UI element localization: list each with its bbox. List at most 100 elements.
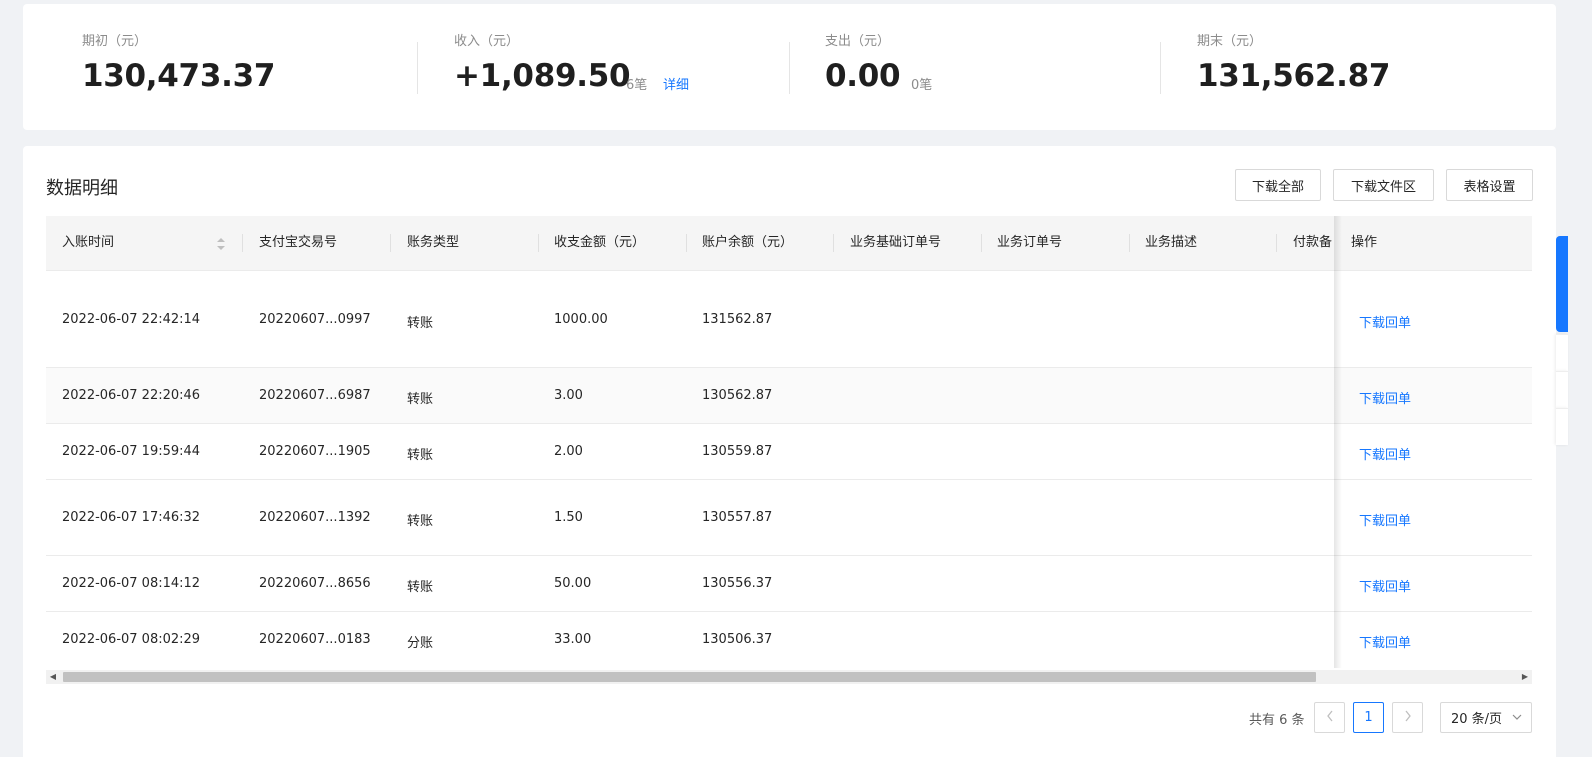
download-receipt-link[interactable]: 下载回单	[1359, 388, 1411, 407]
data-table: 入账时间 支付宝交易号 账务类型 收支金额（元） 账户余额（元） 业务基础订单号…	[46, 216, 1532, 668]
table-row: 2022-06-07 22:20:46 20220607...6987 转账 3…	[46, 368, 1532, 424]
cell-time: 2022-06-07 22:20:46	[62, 388, 201, 403]
cell-amount: 1000.00	[554, 312, 608, 327]
download-receipt-link[interactable]: 下载回单	[1359, 444, 1411, 463]
cell-trade-no: 20220607...6987	[259, 388, 371, 403]
column-header-order-no: 业务订单号	[997, 235, 1063, 250]
cell-amount: 50.00	[554, 576, 592, 591]
fixed-column-shadow	[1334, 216, 1342, 668]
download-receipt-link[interactable]: 下载回单	[1359, 576, 1411, 595]
cell-balance: 130556.37	[702, 576, 773, 591]
table-row: 2022-06-07 19:59:44 20220607...1905 转账 2…	[46, 424, 1532, 480]
stat-expense-count: 0笔	[911, 78, 933, 93]
column-header-amount: 收支金额（元）	[554, 235, 646, 250]
stat-expense-label: 支出（元）	[825, 34, 891, 49]
stat-opening-label: 期初（元）	[82, 34, 148, 49]
column-header-action: 操作	[1351, 235, 1378, 250]
download-all-button[interactable]: 下载全部	[1235, 169, 1321, 201]
cell-time: 2022-06-07 19:59:44	[62, 444, 201, 459]
column-header-base-order-no: 业务基础订单号	[850, 235, 942, 250]
cell-amount: 1.50	[554, 510, 583, 525]
divider	[789, 42, 790, 94]
stat-income-count: 6笔	[626, 78, 648, 93]
pagination-total: 共有 6 条	[1249, 713, 1305, 728]
cell-type: 转账	[407, 448, 434, 463]
cell-type: 转账	[407, 580, 434, 595]
cell-balance: 130562.87	[702, 388, 773, 403]
download-receipt-link[interactable]: 下载回单	[1359, 510, 1411, 529]
column-separator	[538, 234, 539, 252]
scroll-right-icon[interactable]: ▶	[1518, 670, 1532, 684]
cell-trade-no: 20220607...8656	[259, 576, 371, 591]
column-separator	[981, 234, 982, 252]
horizontal-scrollbar[interactable]: ◀ ▶	[46, 670, 1532, 684]
scrollbar-thumb[interactable]	[63, 672, 1316, 682]
side-float-tab[interactable]	[1556, 236, 1568, 332]
column-separator	[390, 234, 391, 252]
column-header-type: 账务类型	[407, 235, 460, 250]
cell-type: 分账	[407, 636, 434, 651]
download-area-button[interactable]: 下载文件区	[1333, 169, 1434, 201]
chevron-down-icon	[1512, 710, 1522, 727]
stat-income-label: 收入（元）	[454, 34, 520, 49]
column-separator	[242, 234, 243, 252]
prev-page-button[interactable]	[1314, 702, 1345, 733]
download-receipt-link[interactable]: 下载回单	[1359, 632, 1411, 651]
stat-opening-value: 130,473.37	[82, 58, 276, 94]
cell-type: 转账	[407, 392, 434, 407]
stat-income-value: +1,089.50	[454, 58, 631, 94]
column-header-balance: 账户余额（元）	[702, 235, 794, 250]
chevron-left-icon	[1326, 710, 1334, 726]
column-header-time[interactable]: 入账时间	[62, 216, 232, 270]
cell-balance: 130559.87	[702, 444, 773, 459]
table-row: 2022-06-07 22:42:14 20220607...0997 转账 1…	[46, 271, 1532, 368]
page-size-value: 20 条/页	[1451, 712, 1503, 727]
side-tool-button[interactable]	[1556, 371, 1568, 408]
column-separator	[833, 234, 834, 252]
cell-balance: 131562.87	[702, 312, 773, 327]
table-header: 入账时间 支付宝交易号 账务类型 收支金额（元） 账户余额（元） 业务基础订单号…	[46, 216, 1532, 271]
column-separator	[1129, 234, 1130, 252]
column-separator	[1276, 234, 1277, 252]
cell-type: 转账	[407, 514, 434, 529]
cell-type: 转账	[407, 316, 434, 331]
cell-amount: 3.00	[554, 388, 583, 403]
cell-time: 2022-06-07 08:02:29	[62, 632, 201, 647]
sort-icon[interactable]	[216, 236, 226, 250]
cell-trade-no: 20220607...0183	[259, 632, 371, 647]
table-row: 2022-06-07 08:14:12 20220607...8656 转账 5…	[46, 556, 1532, 612]
cell-balance: 130506.37	[702, 632, 773, 647]
scroll-left-icon[interactable]: ◀	[46, 670, 60, 684]
cell-amount: 33.00	[554, 632, 592, 647]
table-settings-button[interactable]: 表格设置	[1446, 169, 1533, 201]
stat-closing-label: 期末（元）	[1197, 34, 1263, 49]
income-detail-link[interactable]: 详细	[663, 74, 689, 93]
divider	[417, 42, 418, 94]
column-header-description: 业务描述	[1145, 235, 1198, 250]
stat-closing-value: 131,562.87	[1197, 58, 1391, 94]
cell-amount: 2.00	[554, 444, 583, 459]
cell-trade-no: 20220607...1905	[259, 444, 371, 459]
download-receipt-link[interactable]: 下载回单	[1359, 312, 1411, 331]
column-header-payment-remark: 付款备	[1293, 235, 1333, 250]
table-row: 2022-06-07 08:02:29 20220607...0183 分账 3…	[46, 612, 1532, 668]
stat-expense-value: 0.00	[825, 58, 901, 94]
side-tool-button[interactable]	[1556, 334, 1568, 371]
data-detail-panel: 数据明细 下载全部 下载文件区 表格设置 入账时间 支付宝交易号 账务类型 收支…	[23, 146, 1556, 757]
cell-trade-no: 20220607...1392	[259, 510, 371, 525]
cell-time: 2022-06-07 22:42:14	[62, 312, 201, 327]
chevron-right-icon	[1404, 710, 1412, 726]
page-size-select[interactable]: 20 条/页	[1440, 702, 1532, 733]
side-tool-button[interactable]	[1556, 408, 1568, 445]
divider	[1160, 42, 1161, 94]
table-row: 2022-06-07 17:46:32 20220607...1392 转账 1…	[46, 480, 1532, 556]
column-header-trade-no: 支付宝交易号	[259, 235, 338, 250]
cell-time: 2022-06-07 17:46:32	[62, 510, 201, 525]
cell-balance: 130557.87	[702, 510, 773, 525]
summary-card: 期初（元） 130,473.37 收入（元） +1,089.50 6笔 详细 支…	[23, 4, 1556, 130]
column-separator	[686, 234, 687, 252]
next-page-button[interactable]	[1392, 702, 1423, 733]
panel-title: 数据明细	[46, 178, 118, 199]
page-1-button[interactable]: 1	[1353, 702, 1384, 733]
cell-time: 2022-06-07 08:14:12	[62, 576, 201, 591]
